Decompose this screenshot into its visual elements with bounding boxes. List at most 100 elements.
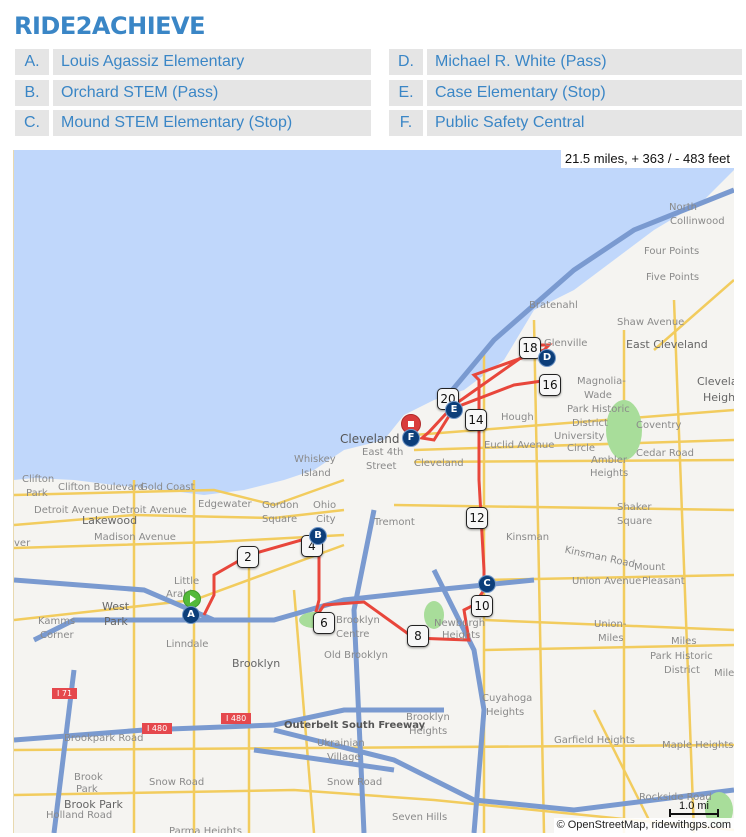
map-label: Lakewood: [82, 514, 138, 527]
map-label: Clevelan: [697, 375, 734, 388]
map-label: Height: [703, 391, 734, 404]
map-label: Kinsman: [506, 532, 550, 543]
map-label: Clifton: [22, 474, 55, 485]
scale-bar: [669, 809, 719, 817]
stop-pin-e[interactable]: E: [445, 401, 463, 419]
map-label: Gold Coast: [140, 482, 195, 493]
stop-name: Case Elementary (Stop): [427, 80, 742, 106]
map-label: Cleveland: [414, 458, 464, 469]
stop-letter: C.: [15, 110, 49, 136]
map-label: Centre: [336, 629, 370, 640]
map-label: Cuyahoga: [482, 693, 533, 704]
map-label: Miles: [671, 636, 697, 647]
stop-letter: F.: [389, 110, 423, 136]
map-label: Street: [366, 461, 397, 472]
map-label: Glenville: [544, 338, 588, 349]
map-label: Whiskey: [294, 454, 336, 465]
map-label: District: [664, 665, 700, 676]
map-label: Little: [174, 576, 200, 587]
map-label: Union Avenue: [572, 576, 642, 587]
stop-letter: D.: [389, 49, 423, 75]
map-label: Heights: [590, 468, 629, 479]
map-label: Gordon: [262, 500, 299, 511]
map-label: Maple Heights: [662, 740, 734, 751]
map-label: Park: [104, 615, 128, 628]
cue-marker[interactable]: 10: [471, 595, 493, 617]
map-label: Edgewater: [198, 499, 252, 510]
map-label: Snow Road: [149, 777, 205, 788]
map-label: Brookpark Road: [64, 733, 144, 744]
map-label: Ukrainian: [317, 738, 365, 749]
page-title: RIDE2ACHIEVE: [14, 12, 206, 40]
stop-row-c: C. Mound STEM Elementary (Stop): [15, 110, 371, 136]
map-label: Holland Road: [46, 810, 113, 821]
map-label: Cleveland: [340, 432, 400, 446]
map-label: Magnolia-: [577, 376, 626, 387]
map-label: Brooklyn: [336, 615, 380, 626]
stop-letter: B.: [15, 80, 49, 106]
map-label: Seven Hills: [392, 812, 448, 823]
map-attribution[interactable]: © OpenStreetMap, ridewithgps.com: [553, 818, 734, 833]
stop-row-e: E. Case Elementary (Stop): [389, 80, 742, 106]
map-label: Shaker: [617, 502, 652, 513]
map-label: West: [102, 600, 130, 613]
stop-letter: E.: [389, 80, 423, 106]
stop-pin-f[interactable]: F: [402, 429, 420, 447]
map-label: Four Points: [644, 246, 700, 257]
map-label: Miles: [598, 633, 624, 644]
highway-shield: I 480: [221, 713, 252, 724]
map-label: East 4th: [362, 447, 404, 458]
map-label: Park: [76, 784, 98, 795]
map-label: Corner: [40, 630, 74, 641]
cue-marker[interactable]: 16: [539, 374, 561, 396]
map-label: Euclid Avenue: [484, 440, 555, 451]
map-label: Brook: [74, 772, 103, 783]
map-label: Island: [301, 468, 331, 479]
map-label: Coventry: [636, 420, 682, 431]
stop-pin-c[interactable]: C: [478, 575, 496, 593]
map-label: Brooklyn: [232, 657, 281, 670]
cue-marker[interactable]: 12: [466, 507, 488, 529]
map-label: Circle: [567, 443, 596, 454]
cue-marker[interactable]: 14: [465, 409, 487, 431]
cue-marker[interactable]: 8: [407, 625, 429, 647]
map-label: Clifton Boulevard: [58, 482, 145, 493]
map-label: Ohio: [313, 500, 337, 511]
route-stats: 21.5 miles, + 363 / - 483 feet: [560, 150, 734, 168]
map-label: City: [316, 514, 336, 525]
map-label: Five Points: [646, 272, 700, 283]
map-label: Heights: [486, 707, 525, 718]
map-label: Tremont: [374, 517, 415, 528]
map-label: Madison Avenue: [94, 532, 176, 543]
map-label: North: [669, 202, 697, 213]
map-label: Wade: [584, 390, 612, 401]
map-label: Outerbelt South Freeway: [284, 720, 426, 731]
cue-marker[interactable]: 6: [313, 612, 335, 634]
stop-row-d: D. Michael R. White (Pass): [389, 49, 742, 75]
map-scale: 1.0 mi: [669, 800, 719, 817]
map-label: Heights: [442, 630, 481, 641]
stop-row-b: B. Orchard STEM (Pass): [15, 80, 371, 106]
map-label: University: [554, 431, 605, 442]
stop-pin-a[interactable]: A: [182, 606, 200, 624]
stop-pin-d[interactable]: D: [538, 349, 556, 367]
stop-pin-b[interactable]: B: [309, 527, 327, 545]
map-label: Old Brooklyn: [324, 650, 388, 661]
map-label: Bratenahl: [529, 300, 578, 311]
map-label: Garfield Heights: [554, 735, 636, 746]
stop-name: Public Safety Central: [427, 110, 742, 136]
highway-shield: I 480: [142, 723, 173, 734]
scale-label: 1.0 mi: [679, 800, 709, 812]
highway-shield: I 71: [52, 688, 78, 699]
route-map[interactable]: 21.5 miles, + 363 / - 483 feet North Col…: [13, 150, 734, 833]
map-label: East Cleveland: [626, 338, 708, 351]
map-label: Cedar Road: [636, 448, 694, 459]
map-label: Village: [327, 752, 361, 763]
map-label: Heights: [409, 726, 448, 737]
stop-name: Michael R. White (Pass): [427, 49, 742, 75]
map-label: Kamms: [38, 616, 76, 627]
cue-marker[interactable]: 2: [237, 546, 259, 568]
stop-row-a: A. Louis Agassiz Elementary: [15, 49, 371, 75]
map-label: Square: [262, 514, 298, 525]
map-label: Park: [26, 488, 48, 499]
